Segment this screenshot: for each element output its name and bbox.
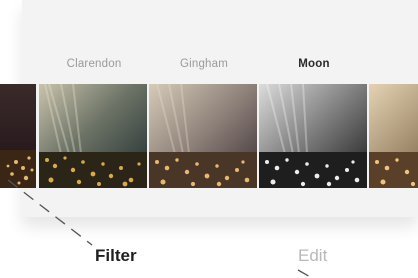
filter-labels: Clarendon Gingham Moon L	[0, 58, 418, 78]
tab-filter[interactable]: Filter	[95, 246, 137, 266]
filter-thumbnail-gingham[interactable]	[149, 84, 257, 188]
filter-screen: Clarendon Gingham Moon L	[0, 0, 418, 278]
filter-thumbnail-clarendon[interactable]	[39, 84, 147, 188]
filter-thumbnail-partial-left[interactable]	[0, 84, 36, 188]
filter-label-moon[interactable]: Moon	[259, 58, 369, 70]
filter-thumbnail-moon[interactable]	[259, 84, 367, 188]
filter-thumbnail-partial-right[interactable]	[369, 84, 418, 188]
tab-edit[interactable]: Edit	[298, 246, 327, 266]
filter-label-partial-right[interactable]: L	[369, 58, 418, 70]
dashed-guide-right	[297, 269, 313, 278]
filter-label-clarendon[interactable]: Clarendon	[39, 58, 149, 70]
filter-label-gingham[interactable]: Gingham	[149, 58, 259, 70]
